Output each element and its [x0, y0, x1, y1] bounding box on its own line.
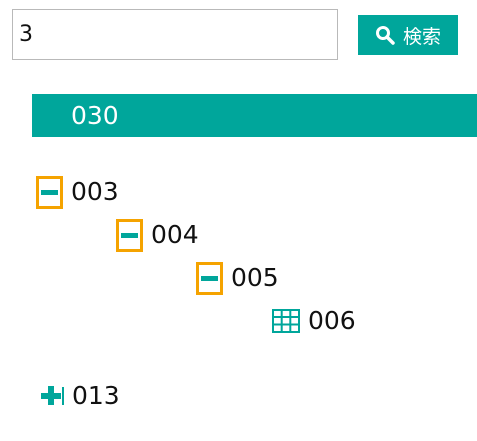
selected-banner[interactable]: 030	[32, 94, 477, 137]
search-button[interactable]: 検索	[358, 15, 458, 55]
expand-icon[interactable]	[40, 383, 64, 409]
search-icon	[375, 26, 395, 45]
collapse-icon[interactable]	[196, 261, 223, 295]
search-button-label: 検索	[402, 25, 441, 48]
tree-node-005[interactable]: 005	[196, 261, 279, 295]
table-icon	[272, 309, 300, 333]
tree-node-013[interactable]: 013	[40, 379, 120, 413]
tree-node-006[interactable]: 006	[272, 304, 356, 338]
search-input[interactable]	[12, 9, 338, 60]
collapse-icon[interactable]	[36, 175, 63, 209]
tree-node-004[interactable]: 004	[116, 218, 199, 252]
tree-node-label: 006	[308, 306, 356, 335]
tree-node-003[interactable]: 003	[36, 175, 119, 209]
tree-node-label: 004	[151, 220, 199, 249]
collapse-icon[interactable]	[116, 218, 143, 252]
banner-label: 030	[71, 101, 119, 130]
tree-node-label: 003	[71, 177, 119, 206]
tree-node-label: 013	[72, 381, 120, 410]
tree-node-label: 005	[231, 263, 279, 292]
